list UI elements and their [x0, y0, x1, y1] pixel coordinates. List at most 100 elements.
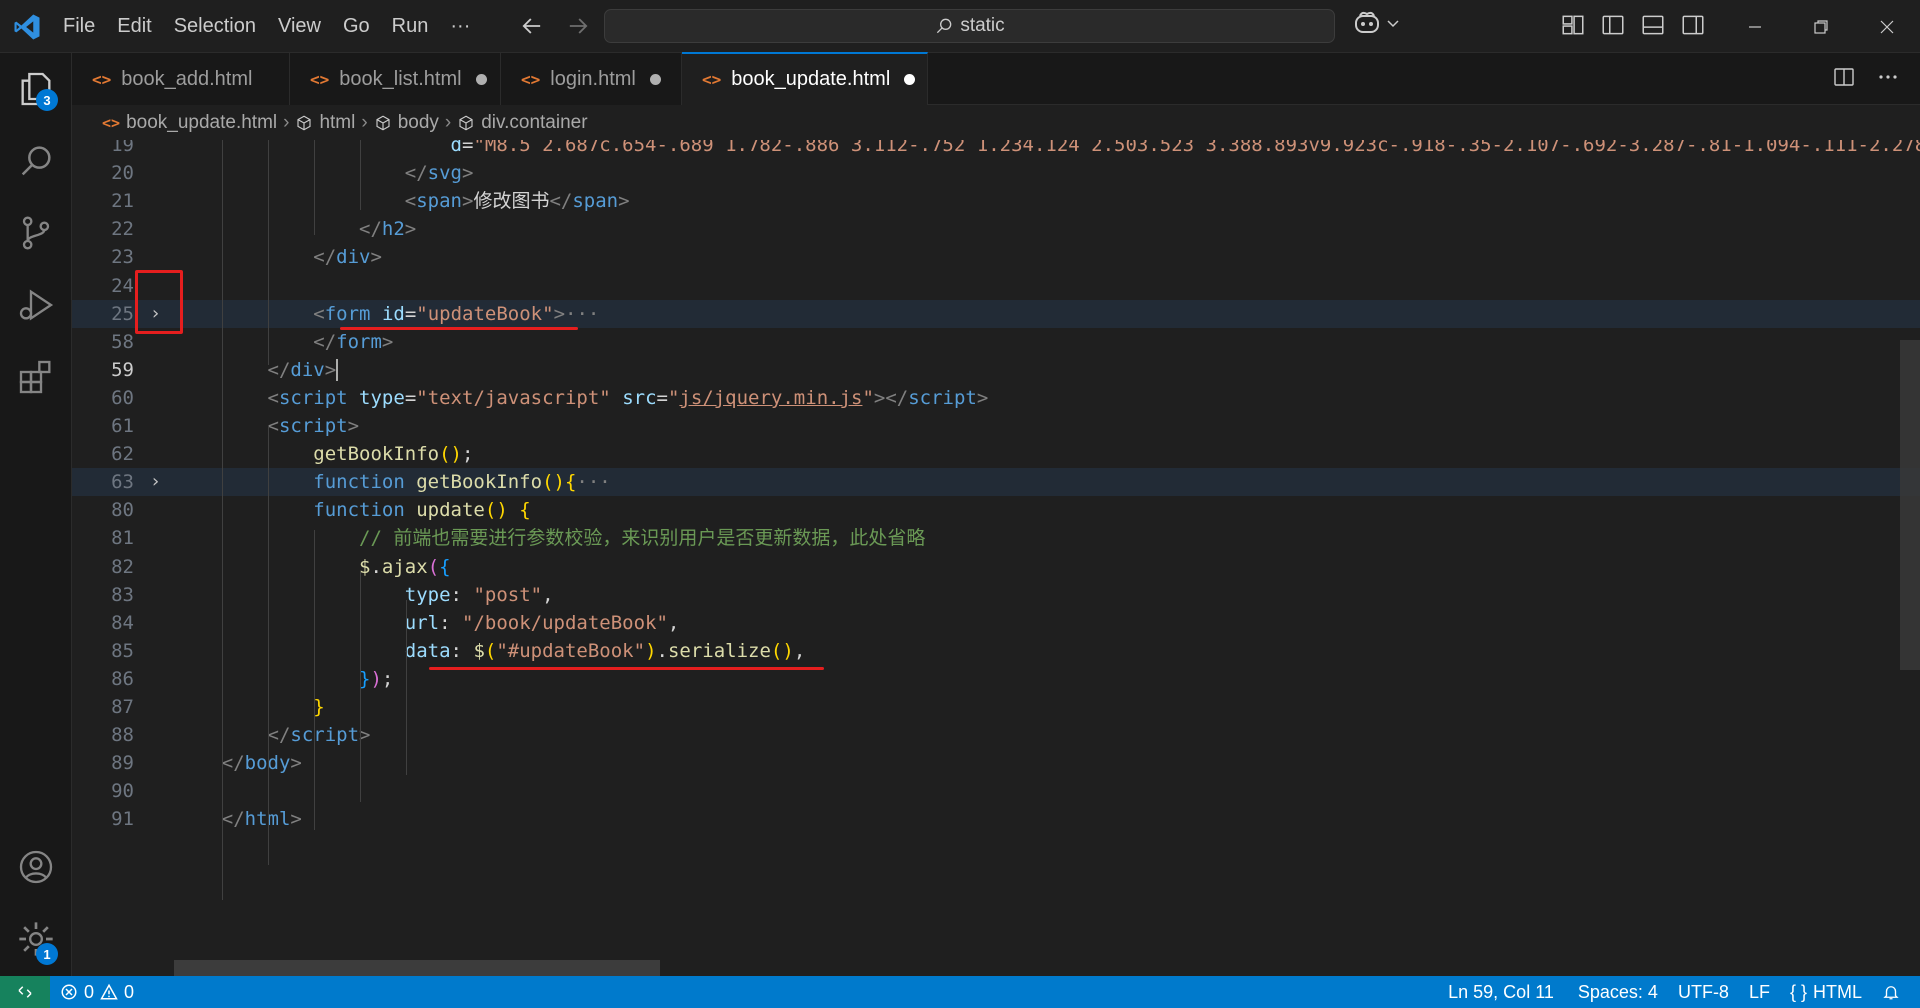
back-arrow-icon[interactable] [518, 12, 546, 40]
manage-button[interactable]: 1 [0, 903, 72, 975]
unsaved-dot-icon[interactable] [904, 74, 916, 85]
extensions-button[interactable] [0, 341, 72, 413]
menu-go[interactable]: Go [332, 0, 381, 53]
code-text: <form id="updateBook">··· [176, 302, 600, 325]
horizontal-scrollbar[interactable] [174, 960, 660, 976]
command-center-text: static [960, 15, 1005, 36]
code-line[interactable]: 82 $.ajax({ [72, 553, 1920, 581]
run-debug-button[interactable] [0, 269, 72, 341]
problems-button[interactable]: 0 0 [50, 982, 144, 1003]
minimize-button[interactable] [1722, 0, 1788, 53]
line-number: 88 [111, 724, 134, 747]
breadcrumb-file-label: book_update.html [126, 112, 278, 133]
code-line[interactable]: 25 › <form id="updateBook">··· [72, 299, 1920, 328]
code-line[interactable]: 91 </html> [72, 805, 1920, 833]
code-line[interactable]: 23 </div> [72, 243, 1920, 271]
menu-file[interactable]: File [52, 0, 106, 53]
element-icon [376, 115, 390, 131]
code-line[interactable]: 61 <script> [72, 412, 1920, 440]
menu-run[interactable]: Run [381, 0, 440, 53]
line-number: 19 [111, 140, 134, 156]
unsaved-dot-icon[interactable] [649, 73, 661, 85]
tab-book-list[interactable]: <> book_list.html [290, 53, 501, 105]
toggle-secondary-sidebar-icon[interactable] [1680, 12, 1706, 38]
restore-button[interactable] [1788, 0, 1854, 53]
code-line[interactable]: 19 d="M8.5 2.687c.654-.689 1.782-.886 3.… [72, 140, 1920, 159]
tab-login[interactable]: <> login.html [501, 53, 682, 105]
vscode-logo-icon [14, 14, 40, 40]
command-center-search[interactable]: static [604, 9, 1335, 43]
code-line[interactable]: 58 </form> [72, 328, 1920, 356]
close-window-button[interactable] [1854, 0, 1920, 53]
braces-icon: { } [1789, 981, 1807, 1002]
fold-chevron-icon[interactable]: › [152, 468, 159, 496]
title-bar: File Edit Selection View Go Run ··· stat… [0, 0, 1920, 53]
code-line[interactable]: 84 url: "/book/updateBook", [72, 609, 1920, 637]
code-text: function getBookInfo(){··· [176, 471, 611, 494]
split-editor-icon[interactable] [1832, 65, 1856, 89]
menu-edit[interactable]: Edit [106, 0, 162, 53]
code-line[interactable]: 60 <script type="text/javascript" src="j… [72, 384, 1920, 412]
end-of-line[interactable]: LF [1739, 982, 1780, 1003]
code-line[interactable]: 90 [72, 777, 1920, 805]
source-control-icon [22, 216, 50, 250]
copilot-icon [1355, 11, 1379, 33]
toggle-primary-sidebar-icon[interactable] [1600, 12, 1626, 38]
code-line[interactable]: 83 type: "post", [72, 581, 1920, 609]
code-line[interactable]: 62 getBookInfo(); [72, 440, 1920, 468]
accounts-button[interactable] [0, 831, 72, 903]
vertical-scrollbar[interactable] [1900, 340, 1920, 670]
cursor-position[interactable]: Ln 59, Col 11 [1438, 982, 1564, 1003]
code-line[interactable]: 59 </div> [72, 356, 1920, 384]
menu-selection[interactable]: Selection [163, 0, 267, 53]
code-text: d="M8.5 2.687c.654-.689 1.782-.886 3.112… [176, 140, 1920, 156]
tab-book-update[interactable]: <> book_update.html [682, 52, 928, 105]
code-line[interactable]: 81 // 前端也需要进行参数校验，来识别用户是否更新数据，此处省略 [72, 524, 1920, 552]
code-text: function update() { [176, 499, 531, 522]
menu-view[interactable]: View [267, 0, 332, 53]
status-bar: 0 0 Ln 59, Col 11 Spaces: 4 UTF-8 LF { }… [0, 976, 1920, 1008]
notifications-button[interactable] [1872, 983, 1910, 1001]
code-line[interactable]: 22 </h2> [72, 215, 1920, 243]
code-line[interactable]: 21 <span>修改图书</span> [72, 187, 1920, 215]
code-line[interactable]: 87 } [72, 693, 1920, 721]
text-cursor [336, 359, 339, 382]
code-line[interactable]: 20 </svg> [72, 159, 1920, 187]
code-line[interactable]: 89 </body> [72, 749, 1920, 777]
toggle-panel-icon[interactable] [1640, 12, 1666, 38]
html-file-icon: <> [521, 69, 541, 89]
code-line[interactable]: 63 › function getBookInfo(){··· [72, 468, 1920, 497]
remote-button[interactable] [0, 976, 50, 1008]
breadcrumb-file[interactable]: <> book_update.html [102, 112, 277, 134]
code-text: getBookInfo(); [176, 443, 474, 466]
more-actions-icon[interactable] [1876, 65, 1900, 89]
element-icon [459, 115, 473, 131]
breadcrumb-body[interactable]: body [374, 112, 439, 134]
code-line[interactable]: 80 function update() { [72, 496, 1920, 524]
code-line[interactable]: 86 }); [72, 665, 1920, 693]
copilot-button[interactable] [1352, 10, 1400, 36]
code-line[interactable]: 88 </script> [72, 721, 1920, 749]
forward-arrow-icon[interactable] [564, 12, 592, 40]
menu-more[interactable]: ··· [439, 0, 481, 53]
code-line[interactable]: 24 [72, 272, 1920, 300]
source-control-button[interactable] [0, 197, 72, 269]
code-text: </h2> [176, 218, 417, 241]
search-view-button[interactable] [0, 125, 72, 197]
breadcrumb-div-container[interactable]: div.container [457, 112, 588, 134]
indentation[interactable]: Spaces: 4 [1564, 982, 1668, 1003]
line-number: 22 [111, 218, 134, 241]
encoding[interactable]: UTF-8 [1668, 982, 1739, 1003]
code-line[interactable]: 85 data: $("#updateBook").serialize(), [72, 637, 1920, 665]
customize-layout-icon[interactable] [1560, 12, 1586, 38]
line-number: 61 [111, 415, 134, 437]
line-number: 24 [111, 274, 134, 297]
breadcrumb-html[interactable]: html [295, 112, 355, 134]
explorer-button[interactable]: 3 [0, 53, 72, 125]
tab-book-add[interactable]: <> book_add.html [72, 53, 290, 105]
language-mode[interactable]: { } HTML [1780, 982, 1872, 1003]
unsaved-dot-icon[interactable] [475, 73, 487, 85]
breadcrumb-body-label: body [397, 112, 439, 133]
account-icon [19, 850, 53, 884]
code-editor[interactable]: 19 d="M8.5 2.687c.654-.689 1.782-.886 3.… [72, 140, 1920, 976]
